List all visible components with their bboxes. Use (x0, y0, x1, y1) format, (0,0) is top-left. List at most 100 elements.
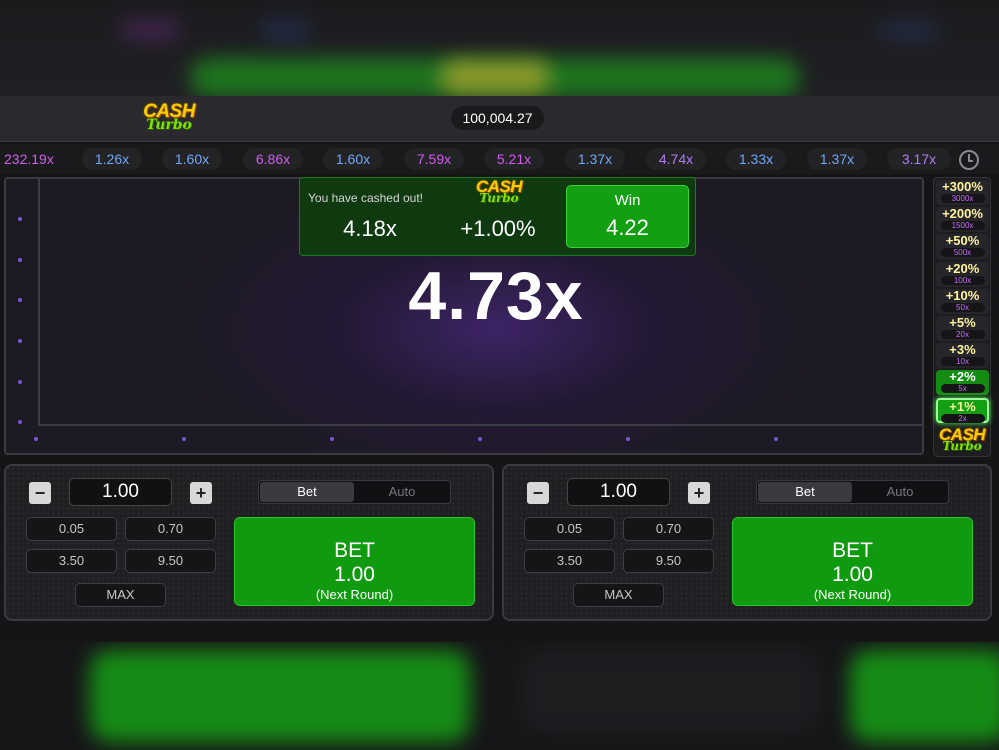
bet-button[interactable]: BET 1.00 (Next Round) (234, 517, 475, 606)
bonus-level: +300% 3000x (936, 180, 989, 205)
decrease-bet-button[interactable]: − (29, 482, 51, 504)
current-multiplier: 4.73x (408, 258, 584, 334)
quick-bet-chip[interactable]: 9.50 (125, 549, 216, 573)
bet-button-amount: 1.00 (832, 563, 873, 586)
bonus-level-threshold: 3000x (940, 194, 985, 203)
bonus-level-threshold: 2x (940, 413, 985, 423)
bonus-level-threshold: 100x (940, 275, 985, 285)
quick-bet-chip[interactable]: 3.50 (524, 549, 615, 573)
history-clock-icon[interactable] (959, 150, 979, 170)
history-multiplier[interactable]: 1.26x (82, 148, 142, 170)
bonus-level: +1% 2x (936, 397, 989, 423)
quick-bet-chip[interactable]: 0.70 (125, 517, 216, 541)
bet-amount-input[interactable]: 1.00 (567, 478, 670, 506)
decrease-bet-button[interactable]: − (527, 482, 549, 504)
increase-bet-button[interactable]: + (688, 482, 710, 504)
quick-bet-chip[interactable]: 0.05 (524, 517, 615, 541)
bonus-level: +10% 50x (936, 287, 989, 314)
bonus-level: +3% 10x (936, 342, 989, 369)
bonus-level: +5% 20x (936, 316, 989, 341)
ladder-logo-bottom: Turbo (942, 439, 982, 453)
cashout-notification: You have cashed out! CASH Turbo 4.18x +1… (299, 177, 696, 256)
increase-bet-button[interactable]: + (190, 482, 212, 504)
bonus-level-percent: +200% (942, 206, 983, 222)
bonus-level-threshold: 10x (940, 357, 985, 367)
tab-auto[interactable]: Auto (355, 482, 449, 502)
quick-bet-chip[interactable]: 9.50 (623, 549, 714, 573)
bonus-level-percent: +10% (945, 287, 980, 303)
x-axis-dot (774, 437, 778, 441)
bonus-level-percent: +1% (949, 398, 976, 414)
bonus-level-percent: +300% (942, 179, 983, 194)
quick-bet-chip[interactable]: 0.05 (26, 517, 117, 541)
bonus-level-threshold: 5x (940, 384, 985, 394)
bet-amount-input[interactable]: 1.00 (69, 478, 172, 506)
bet-mode-tabs: Bet Auto (756, 480, 949, 504)
tab-auto[interactable]: Auto (853, 482, 947, 502)
x-axis-dot (626, 437, 630, 441)
history-multiplier[interactable]: 1.60x (323, 148, 383, 170)
bet-button-note: (Next Round) (813, 587, 892, 602)
x-axis-dot (330, 437, 334, 441)
ladder-logo: CASH Turbo (936, 426, 988, 452)
quick-bet-chip[interactable]: 3.50 (26, 549, 117, 573)
win-box: Win 4.22 (566, 185, 689, 248)
y-axis-dot (18, 380, 22, 384)
win-label: Win (614, 192, 641, 209)
bonus-level-threshold: 20x (940, 330, 985, 339)
bonus-level: +20% 100x (936, 260, 989, 287)
history-multiplier[interactable]: 232.19x (0, 148, 64, 170)
bet-button-label: BET (334, 539, 375, 562)
bonus-level-threshold: 1500x (940, 221, 985, 231)
x-axis-dot (182, 437, 186, 441)
bonus-level-percent: +20% (945, 260, 980, 276)
y-axis-line (38, 179, 40, 424)
blurred-background-bottom (0, 642, 999, 750)
history-multiplier[interactable]: 1.37x (565, 148, 625, 170)
bet-button[interactable]: BET 1.00 (Next Round) (732, 517, 973, 606)
tab-bet[interactable]: Bet (758, 482, 852, 502)
x-axis-dot (478, 437, 482, 441)
cashout-multiplier: 4.18x (343, 216, 397, 241)
x-axis-line (38, 424, 922, 426)
bet-button-note: (Next Round) (315, 587, 394, 602)
bet-button-amount: 1.00 (334, 563, 375, 586)
history-multiplier[interactable]: 6.86x (243, 148, 303, 170)
game-screen: CASH Turbo 100,004.27 232.19x 1.26x 1.60x 6… (0, 0, 999, 750)
cashout-message: You have cashed out! (308, 191, 423, 205)
bonus-level-percent: +50% (945, 233, 980, 249)
y-axis-dot (18, 258, 22, 262)
logo-text-bottom: Turbo (146, 117, 192, 133)
tab-bet[interactable]: Bet (260, 482, 354, 502)
history-multiplier[interactable]: 4.74x (646, 148, 706, 170)
bonus-level-threshold: 500x (940, 248, 985, 258)
history-multiplier[interactable]: 5.21x (484, 148, 544, 170)
history-multiplier[interactable]: 1.37x (807, 148, 867, 170)
max-bet-button[interactable]: MAX (573, 583, 664, 607)
bet-button-label: BET (832, 539, 873, 562)
bonus-level: +2% 5x (936, 369, 989, 396)
history-multiplier[interactable]: 3.17x (887, 148, 951, 170)
history-multiplier[interactable]: 1.33x (726, 148, 786, 170)
y-axis-dot (18, 217, 22, 221)
bonus-level: +50% 500x (936, 233, 989, 260)
history-multiplier[interactable]: 1.60x (162, 148, 222, 170)
win-value: 4.22 (606, 215, 649, 240)
blurred-background-top (0, 0, 999, 96)
balance-display: 100,004.27 (451, 106, 544, 130)
bonus-level-threshold: 50x (940, 302, 985, 312)
x-axis-dot (34, 437, 38, 441)
history-multiplier[interactable]: 7.59x (404, 148, 464, 170)
cash-turbo-logo: CASH Turbo (140, 102, 198, 132)
y-axis-dot (18, 420, 22, 424)
bonus-level-percent: +2% (949, 369, 976, 385)
y-axis-dot (18, 298, 22, 302)
max-bet-button[interactable]: MAX (75, 583, 166, 607)
y-axis-dot (18, 339, 22, 343)
bonus-level-percent: +5% (949, 315, 976, 330)
bonus-level-percent: +3% (949, 342, 976, 358)
bonus-level: +200% 1500x (936, 206, 989, 233)
bet-mode-tabs: Bet Auto (258, 480, 451, 504)
cashout-bonus: +1.00% (460, 216, 536, 241)
quick-bet-chip[interactable]: 0.70 (623, 517, 714, 541)
